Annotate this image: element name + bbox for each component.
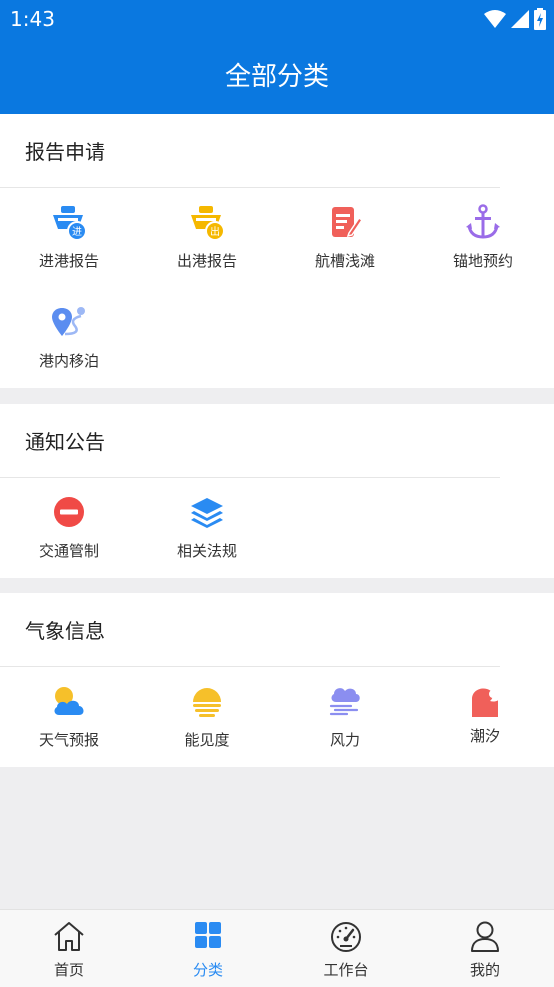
grid-item-label: 港内移泊 bbox=[38, 352, 99, 370]
cloud-wind-icon bbox=[329, 688, 360, 716]
section-title: 报告申请 bbox=[25, 140, 105, 164]
layers-icon bbox=[191, 498, 223, 528]
grid-item-port-entry-report[interactable]: 进 进港报告 bbox=[0, 204, 138, 271]
tab-profile[interactable]: 我的 bbox=[435, 920, 535, 980]
signal-icon bbox=[511, 10, 529, 28]
grid-item-label: 能见度 bbox=[184, 731, 230, 749]
section-notices: 通知公告 交通管制 相关法规 bbox=[0, 404, 554, 578]
grid-item-wind-force[interactable]: 风力 bbox=[276, 683, 414, 750]
tab-category[interactable]: 分类 bbox=[158, 920, 258, 980]
status-bar: 1:43 bbox=[0, 0, 554, 38]
grid-item-traffic-control[interactable]: 交通管制 bbox=[0, 494, 138, 561]
sun-haze-icon bbox=[193, 688, 221, 717]
no-entry-icon bbox=[54, 497, 84, 527]
grid-item-regulations[interactable]: 相关法规 bbox=[138, 494, 276, 561]
grid-icon bbox=[195, 922, 221, 948]
grid-item-label: 航槽浅滩 bbox=[314, 252, 375, 270]
section-title: 气象信息 bbox=[25, 619, 105, 643]
grid-item-anchorage-booking[interactable]: 锚地预约 bbox=[414, 204, 552, 271]
grid-item-weather-forecast[interactable]: 天气预报 bbox=[0, 683, 138, 750]
bottom-nav: 首页 分类 工作台 我的 bbox=[0, 909, 554, 987]
tab-label: 分类 bbox=[192, 961, 223, 979]
grid-item-port-exit-report[interactable]: 出 出港报告 bbox=[138, 204, 276, 271]
status-icons bbox=[484, 8, 546, 30]
section-divider bbox=[0, 666, 500, 667]
grid-item-label: 进港报告 bbox=[38, 252, 99, 270]
section-divider bbox=[0, 477, 500, 478]
ship-in-icon: 进 bbox=[53, 206, 87, 241]
tab-home[interactable]: 首页 bbox=[19, 920, 119, 980]
tab-workbench[interactable]: 工作台 bbox=[296, 920, 396, 980]
tab-label: 我的 bbox=[469, 961, 500, 979]
app-header: 全部分类 bbox=[0, 38, 554, 114]
tide-icon-clip bbox=[414, 683, 498, 719]
tab-label: 首页 bbox=[53, 961, 84, 979]
document-edit-icon bbox=[332, 207, 364, 238]
status-time: 1:43 bbox=[10, 7, 55, 31]
map-route-icon bbox=[52, 307, 85, 336]
tab-label: 工作台 bbox=[323, 961, 369, 979]
grid-item-channel-shoal[interactable]: 航槽浅滩 bbox=[276, 204, 414, 271]
anchor-icon bbox=[466, 204, 500, 239]
page-title: 全部分类 bbox=[224, 62, 329, 92]
section-weather: 气象信息 天气预报 能见度 风力 潮汐 bbox=[0, 593, 554, 767]
grid-item-label: 出港报告 bbox=[176, 252, 237, 270]
battery-icon bbox=[534, 8, 546, 30]
grid-item-label: 风力 bbox=[329, 731, 360, 749]
grid-item-label: 潮汐 bbox=[470, 727, 501, 745]
wifi-icon bbox=[484, 10, 506, 28]
ship-out-icon: 出 bbox=[191, 206, 225, 241]
svg-text:进: 进 bbox=[72, 226, 82, 238]
grid-item-visibility[interactable]: 能见度 bbox=[138, 683, 276, 750]
partly-cloudy-icon bbox=[54, 687, 84, 715]
home-icon bbox=[54, 922, 84, 951]
grid-item-label: 交通管制 bbox=[38, 542, 99, 560]
grid-item-label: 锚地预约 bbox=[452, 252, 513, 270]
grid-item-berth-shift[interactable]: 港内移泊 bbox=[0, 304, 138, 371]
dashboard-icon bbox=[331, 922, 361, 952]
svg-text:出: 出 bbox=[210, 225, 220, 238]
grid-item-label: 天气预报 bbox=[38, 731, 99, 749]
grid-item-label: 相关法规 bbox=[176, 542, 237, 560]
section-report-application: 报告申请 进 进港报告 出 出港报告 航槽浅滩 锚地预约 港内移泊 bbox=[0, 114, 554, 388]
section-divider bbox=[0, 187, 500, 188]
grid-item-tide[interactable]: 潮汐 bbox=[414, 683, 554, 746]
section-title: 通知公告 bbox=[25, 430, 105, 454]
user-icon bbox=[471, 921, 499, 952]
wave-icon bbox=[472, 688, 498, 717]
